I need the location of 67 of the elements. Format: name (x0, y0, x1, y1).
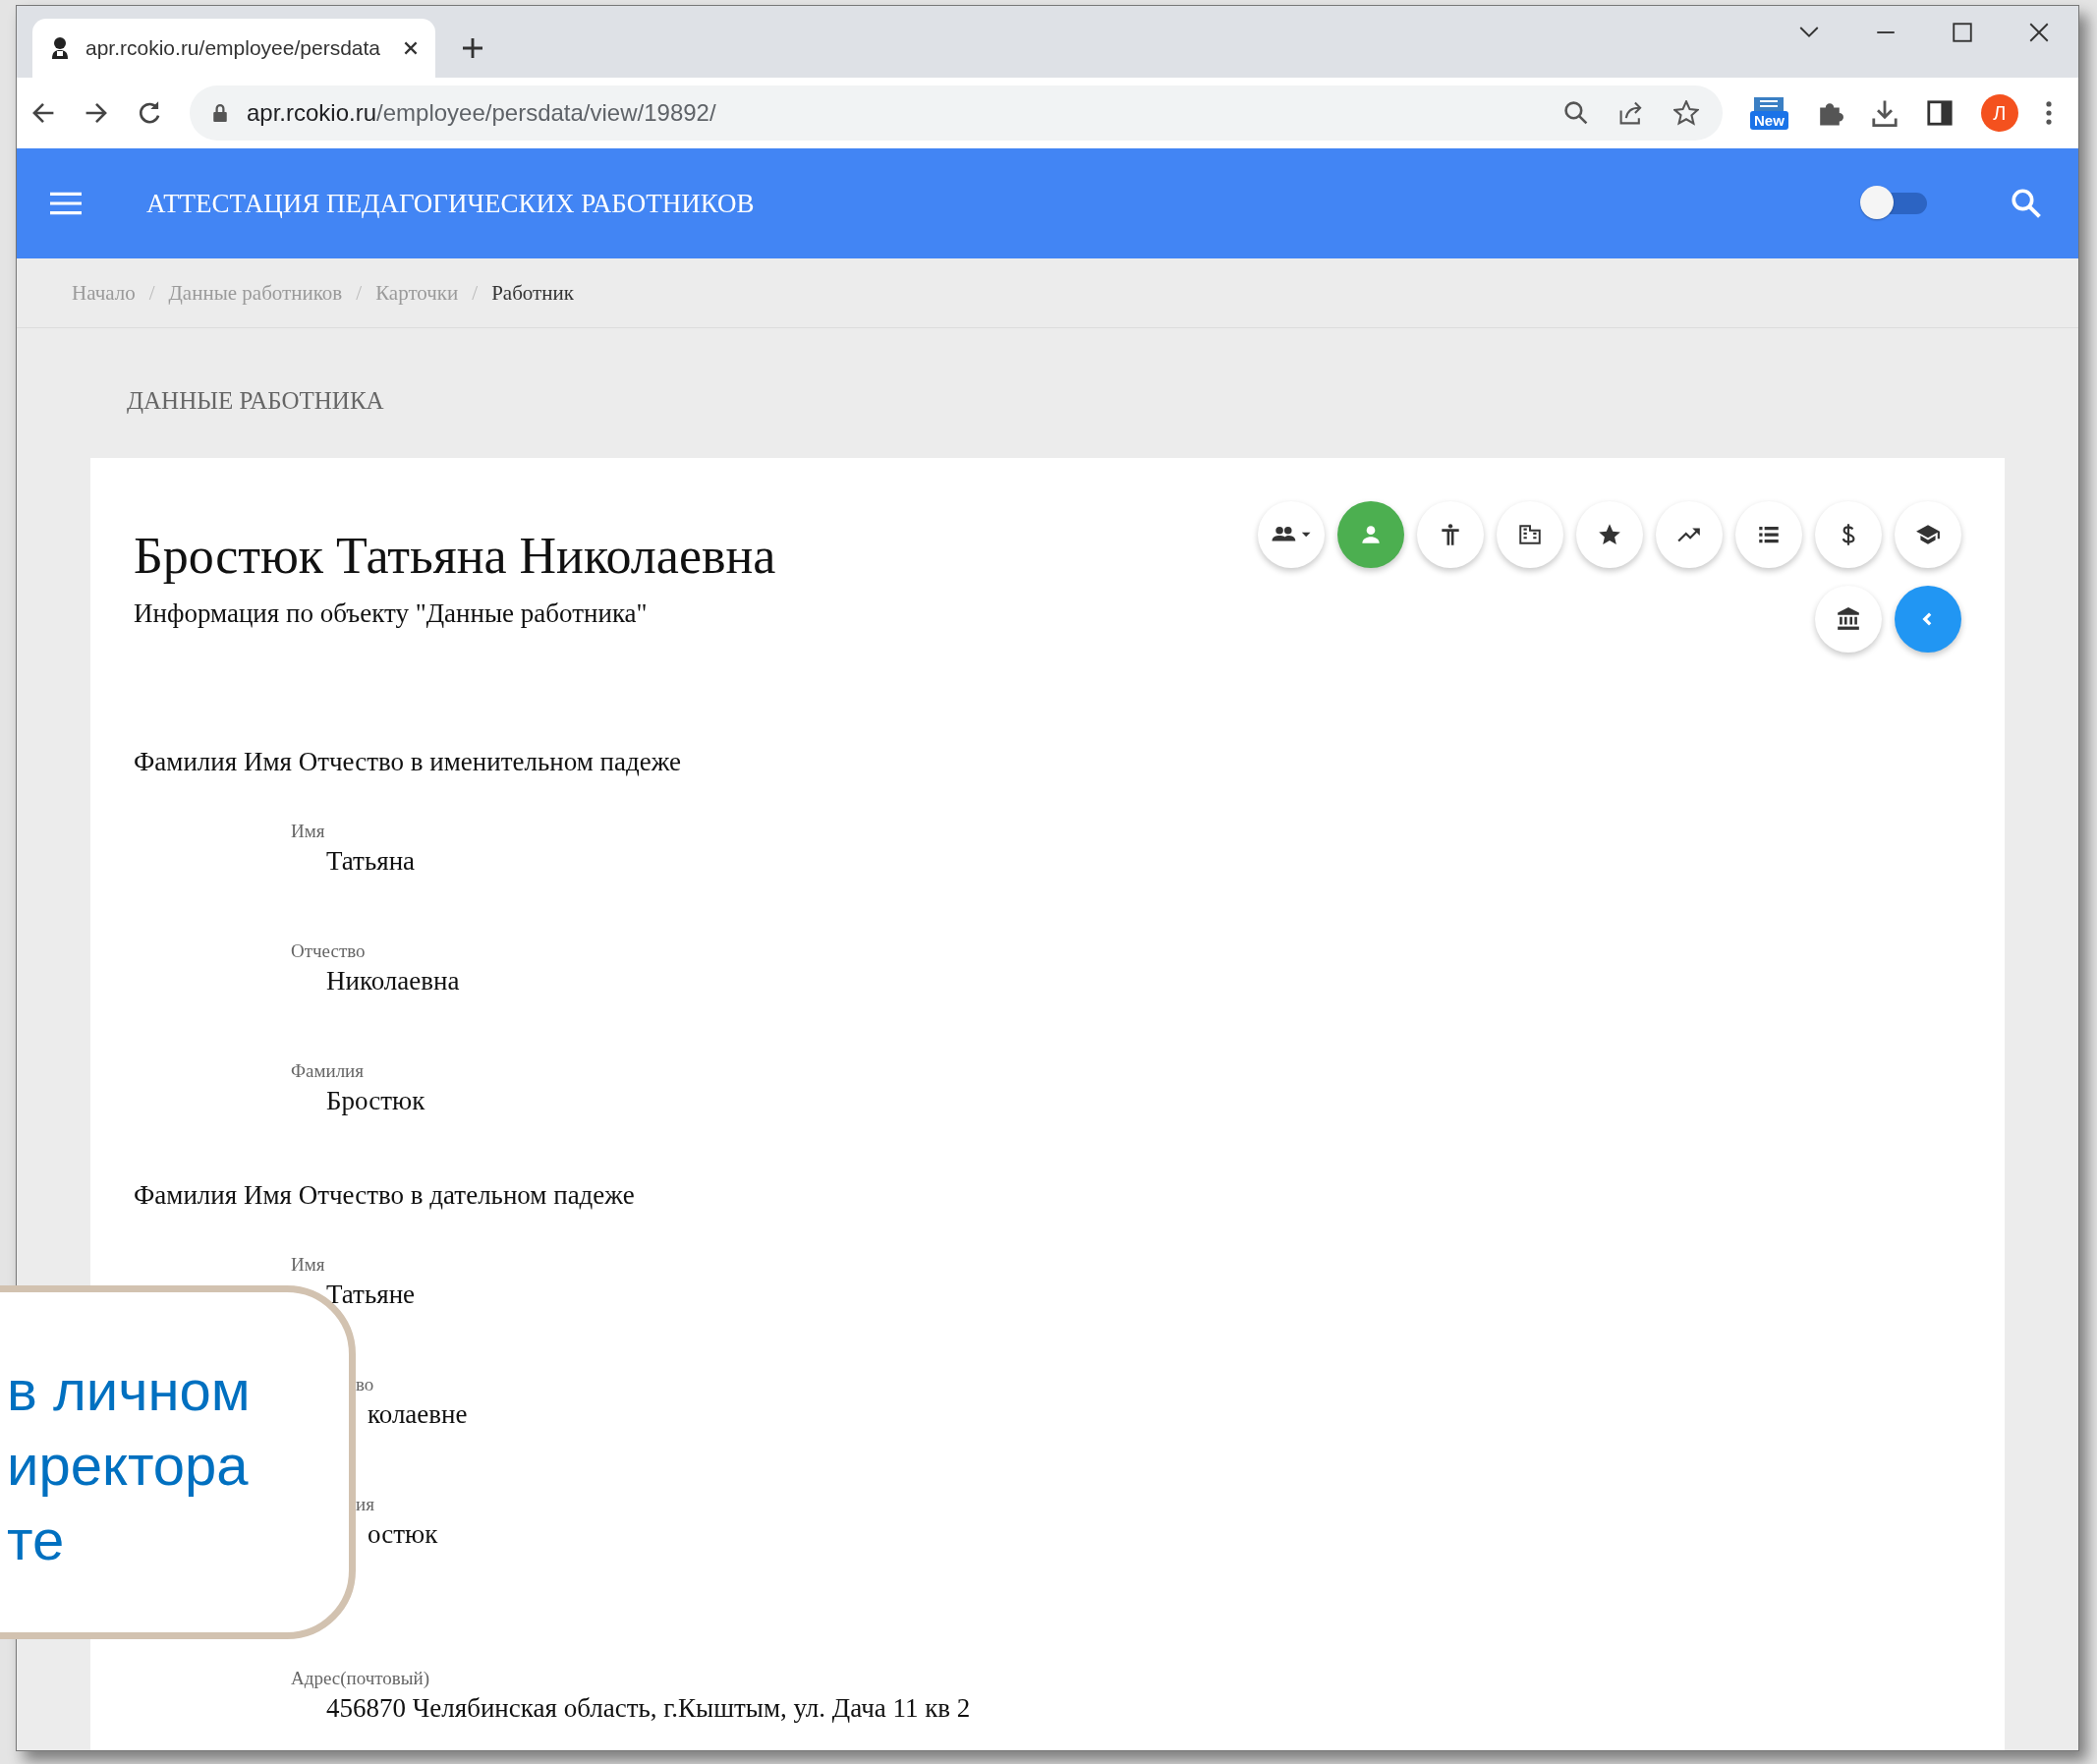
accessibility-button[interactable] (1417, 501, 1484, 568)
field-value: остюк (367, 1519, 439, 1550)
breadcrumb-link[interactable]: Начало (72, 280, 136, 306)
list-button[interactable] (1735, 501, 1802, 568)
star-icon (1597, 522, 1622, 547)
field-value: колаевне (367, 1399, 469, 1430)
field-value: Николаевна (325, 966, 461, 996)
profile-avatar[interactable]: Л (1980, 94, 2018, 132)
section-title: Фамилия Имя Отчество в именительном падеже (134, 747, 683, 777)
lock-icon (213, 104, 227, 122)
card-subtitle: Информация по объекту "Данные работника" (134, 598, 649, 629)
field-value: 456870 Челябинская область, г.Кыштым, ул. Дача 11 кв 2 (325, 1693, 972, 1724)
maximize-icon[interactable] (1953, 23, 1972, 42)
callout-text: в личном (7, 1357, 252, 1424)
forward-arrow-icon[interactable] (84, 100, 109, 126)
window-icon (1754, 96, 1785, 111)
tab-title: apr.rcokio.ru/employee/persdata (85, 36, 381, 60)
field-label: во (355, 1374, 375, 1395)
zoom-icon[interactable] (1563, 100, 1589, 126)
field-label: Адрес(почтовый) (291, 1668, 431, 1689)
field-value: Татьяне (325, 1280, 417, 1310)
close-icon[interactable] (2029, 23, 2049, 42)
share-icon[interactable] (1618, 100, 1644, 126)
breadcrumb-separator: / (472, 280, 479, 306)
app-title: АТТЕСТАЦИЯ ПЕДАГОГИЧЕСКИХ РАБОТНИКОВ (146, 188, 755, 219)
menu-icon[interactable] (50, 192, 82, 215)
star-icon[interactable] (1673, 100, 1699, 126)
breadcrumb-separator: / (356, 280, 363, 306)
bank-button[interactable] (1815, 586, 1882, 653)
field-value: Татьяна (325, 846, 417, 877)
callout-text: те (7, 1507, 66, 1573)
field-value: Бростюк (325, 1086, 426, 1116)
more-menu-icon[interactable] (2045, 100, 2052, 126)
breadcrumb-link[interactable]: Данные работников (168, 280, 343, 306)
field-label: Имя (291, 821, 326, 842)
field-label: Имя (291, 1254, 326, 1276)
star-button[interactable] (1576, 501, 1643, 568)
side-panel-icon[interactable] (1925, 99, 1954, 127)
new-tab-icon[interactable] (463, 38, 482, 58)
address-bar[interactable]: apr.rcokio.ru/employee/persdata/view/19892/ (190, 85, 1723, 141)
bank-icon (1836, 606, 1861, 632)
breadcrumb-separator: / (148, 280, 155, 306)
collapse-button[interactable] (1895, 586, 1961, 653)
back-arrow-icon[interactable] (30, 100, 56, 126)
page-title: ДАННЫЕ РАБОТНИКА (126, 386, 385, 416)
field-label: Фамилия (291, 1060, 366, 1082)
new-badge: New (1750, 110, 1788, 130)
school-button[interactable] (1895, 501, 1961, 568)
group-button[interactable] (1258, 501, 1325, 568)
person-button[interactable] (1337, 501, 1404, 568)
breadcrumb-link[interactable]: Карточки (375, 280, 459, 306)
field-label: ия (355, 1494, 375, 1515)
person-icon (50, 36, 70, 60)
dollar-button[interactable] (1815, 501, 1882, 568)
building-icon (1517, 522, 1543, 547)
field-label: Отчество (291, 940, 367, 962)
url-text: apr.rcokio.ru/employee/persdata/view/19892/ (247, 99, 716, 127)
search-icon[interactable] (2010, 187, 2043, 220)
employee-name: Бростюк Татьяна Николаевна (134, 527, 776, 585)
callout-text: иректора (7, 1432, 250, 1499)
building-button[interactable] (1497, 501, 1563, 568)
browser-tab[interactable]: apr.rcokio.ru/employee/persdata (32, 19, 435, 78)
download-icon[interactable] (1870, 99, 1899, 127)
extension-button[interactable]: New (1750, 96, 1788, 130)
close-icon[interactable] (404, 41, 418, 55)
section-title: Фамилия Имя Отчество в дательном падеже (134, 1180, 636, 1211)
reload-icon[interactable] (137, 100, 162, 126)
